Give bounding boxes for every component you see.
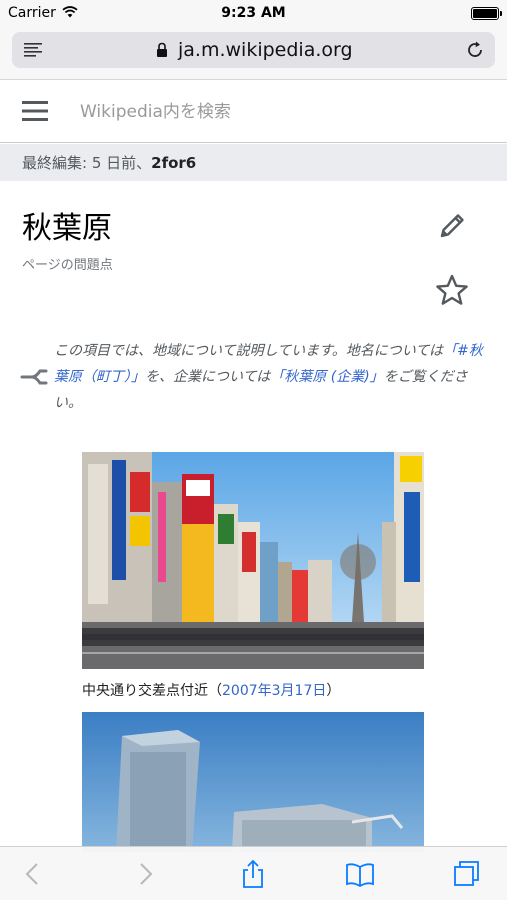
page-issues-link[interactable]: ページの問題点: [22, 254, 113, 273]
status-bar: Carrier 9:23 AM: [0, 0, 507, 26]
forward-icon[interactable]: [130, 859, 160, 889]
caption-text-end: ）: [326, 683, 341, 699]
bookmarks-icon[interactable]: [345, 859, 375, 889]
browser-toolbar: [0, 846, 507, 900]
akihabara-towers-photo[interactable]: [82, 712, 424, 852]
caption-text: 中央通り交差点付近（: [82, 683, 222, 699]
back-icon[interactable]: [18, 859, 48, 889]
status-time: 9:23 AM: [221, 5, 286, 21]
edit-icon[interactable]: [436, 210, 468, 242]
disambiguation-icon: [20, 369, 48, 385]
reload-icon[interactable]: [465, 40, 485, 60]
last-modified-text: 最終編集: 5 日前、: [22, 154, 152, 172]
figure-caption: 中央通り交差点付近（2007年3月17日）: [82, 680, 340, 700]
reader-icon[interactable]: [24, 43, 42, 57]
share-icon[interactable]: [238, 859, 268, 889]
star-icon[interactable]: [434, 273, 470, 307]
last-modified-bar[interactable]: 最終編集: 5 日前、2for6: [0, 144, 507, 181]
menu-icon[interactable]: [22, 100, 48, 122]
akihabara-street-photo[interactable]: [82, 452, 424, 669]
hatnote-text-2: を、企業については: [145, 369, 271, 385]
browser-address-area: ja.m.wikipedia.org: [0, 26, 507, 80]
tabs-icon[interactable]: [452, 859, 482, 889]
search-input[interactable]: [70, 95, 470, 129]
hatnote: この項目では、地域について説明しています。地名については「#秋葉原（町丁）」を、…: [54, 338, 486, 416]
lock-icon: [157, 42, 167, 57]
hatnote-link-company[interactable]: 「秋葉原 (企業)」: [270, 369, 383, 385]
caption-date-link[interactable]: 2007年3月17日: [222, 683, 326, 699]
battery-icon: [471, 7, 502, 20]
address-bar[interactable]: ja.m.wikipedia.org: [12, 32, 495, 68]
hatnote-text-1: この項目では、地域について説明しています。地名については: [54, 343, 444, 359]
wiki-header: [0, 81, 507, 143]
last-modified-user: 2for6: [151, 154, 197, 172]
page-title: 秋葉原: [22, 211, 112, 246]
url-text[interactable]: ja.m.wikipedia.org: [178, 39, 353, 61]
